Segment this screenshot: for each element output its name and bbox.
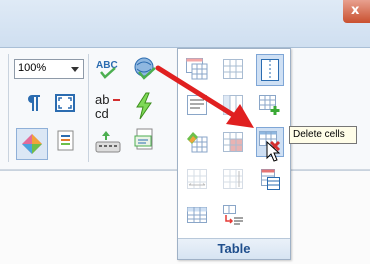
chevron-down-icon [71, 67, 79, 72]
tooltip: Delete cells [289, 126, 357, 144]
ribbon-separator [88, 54, 89, 162]
document-icon[interactable] [56, 130, 76, 152]
format-painter-icon [22, 134, 42, 154]
close-window-button[interactable]: x [343, 0, 370, 23]
svg-text:cd: cd [95, 106, 109, 120]
fullscreen-icon[interactable] [54, 93, 76, 113]
table-panel-label: Table [217, 241, 251, 256]
zoom-select[interactable]: 100% [14, 59, 84, 79]
text-to-table-icon[interactable] [222, 204, 244, 226]
keyboard-icon[interactable] [95, 130, 121, 154]
paragraph-mark-icon[interactable] [22, 93, 42, 113]
window-top-bar [0, 0, 370, 48]
ribbon-separator [8, 54, 9, 162]
split-cells-icon [261, 59, 279, 81]
table-grid-icon[interactable] [186, 204, 208, 226]
table-sort-icon[interactable] [258, 168, 280, 190]
table-panel-footer: Table [178, 238, 290, 259]
zoom-value: 100% [18, 62, 47, 74]
abc-to-cd-icon[interactable]: ab cd [94, 92, 124, 120]
distribute-rows-icon[interactable] [222, 168, 244, 190]
tooltip-text: Delete cells [293, 129, 345, 140]
split-cells-button[interactable] [256, 54, 284, 86]
annotation-arrow-icon [155, 65, 254, 128]
add-cells-icon[interactable] [258, 94, 280, 116]
mouse-cursor-icon [266, 141, 281, 162]
format-painter-button[interactable] [16, 128, 48, 160]
close-icon: x [351, 3, 360, 18]
spellcheck-abc-icon[interactable]: ABC [95, 58, 123, 80]
table-props-icon[interactable] [186, 168, 208, 190]
svg-text:ab: ab [95, 92, 109, 107]
